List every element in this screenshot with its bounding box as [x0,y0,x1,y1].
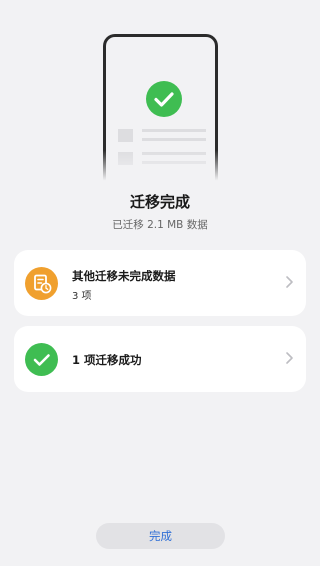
chevron-right-icon [286,276,293,288]
success-items-card[interactable]: 1 项迁移成功 [14,326,306,392]
placeholder-block [118,129,133,142]
success-check-icon [25,343,58,376]
page-title: 迁移完成 [129,193,190,211]
placeholder-line [142,138,206,141]
migrated-size-text: 已迁移 2.1 MB 数据 [112,219,208,231]
placeholder-line [142,129,206,132]
phone-fade [96,150,226,186]
migration-complete-screen: 迁移完成 已迁移 2.1 MB 数据 其他迁移未完成数据 3 项 1 项迁移成功 [0,0,320,566]
card-title: 其他迁移未完成数据 [72,269,176,283]
incomplete-data-card[interactable]: 其他迁移未完成数据 3 项 [14,250,306,316]
pending-document-icon [25,267,58,300]
card-title: 1 项迁移成功 [72,353,142,367]
chevron-right-icon [286,352,293,364]
success-check-icon [146,81,182,117]
card-count: 3 项 [72,291,92,302]
done-button[interactable]: 完成 [96,523,225,549]
